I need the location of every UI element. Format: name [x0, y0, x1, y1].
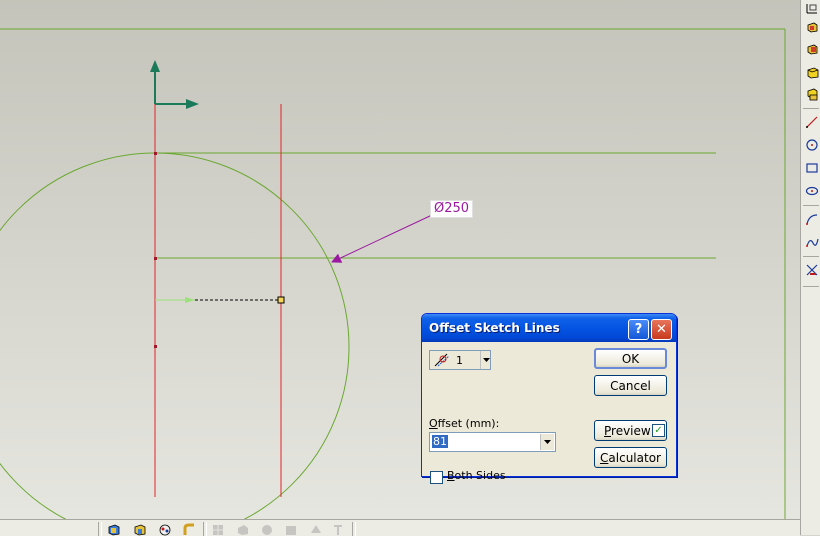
- trim-icon[interactable]: [804, 262, 820, 278]
- boolean-icon[interactable]: [804, 86, 820, 102]
- sketch-point[interactable]: [154, 257, 157, 260]
- offset-count-combo[interactable]: 1: [429, 350, 491, 370]
- sketch-plane-icon[interactable]: [804, 0, 820, 16]
- preview-label: Preview: [604, 423, 651, 438]
- both-sides-label: Both Sides: [447, 469, 506, 482]
- y-axis-arrow-icon: [150, 60, 160, 72]
- shell-icon[interactable]: [804, 64, 820, 80]
- offset-input[interactable]: 81: [429, 432, 556, 452]
- circle-icon[interactable]: [804, 137, 820, 153]
- dialog-titlebar[interactable]: Offset Sketch Lines ? ✕: [422, 314, 676, 342]
- view-cube-icon[interactable]: [106, 522, 122, 536]
- chevron-down-icon[interactable]: [480, 351, 491, 369]
- hide-icon[interactable]: [235, 522, 251, 536]
- spline-icon[interactable]: [804, 234, 820, 250]
- arc-icon[interactable]: [804, 211, 820, 227]
- disk-icon[interactable]: [259, 522, 275, 536]
- chevron-down-icon[interactable]: [540, 434, 554, 450]
- sketch-point[interactable]: [154, 152, 157, 155]
- help-button[interactable]: ?: [628, 319, 649, 340]
- pipe-icon[interactable]: [181, 522, 197, 536]
- sketch-point[interactable]: [154, 345, 157, 348]
- diameter-dimension-label[interactable]: Ø250: [430, 200, 474, 218]
- text-icon[interactable]: [330, 522, 346, 536]
- dialog-title: Offset Sketch Lines: [429, 321, 560, 335]
- offset-lines-icon: [433, 352, 451, 371]
- ok-button[interactable]: OK: [594, 348, 667, 369]
- offset-label: Offset (mm):: [429, 417, 500, 430]
- revolve-icon[interactable]: [804, 40, 820, 56]
- x-axis-arrow-icon: [186, 99, 199, 109]
- extrude-icon[interactable]: [804, 18, 820, 34]
- preview-checkbox[interactable]: ✓: [652, 424, 665, 437]
- offset-sketch-lines-dialog: Offset Sketch Lines ? ✕ 1 Offset (mm): 8…: [421, 313, 677, 484]
- calculator-button[interactable]: Calculator: [594, 447, 667, 468]
- offset-count-value: 1: [456, 354, 463, 367]
- ellipse-icon[interactable]: [804, 183, 820, 199]
- line-icon[interactable]: [804, 114, 820, 130]
- calculator-label: Calculator: [600, 450, 661, 465]
- offset-handle[interactable]: [277, 296, 285, 304]
- sketch-circle[interactable]: [0, 152, 350, 519]
- sphere-icon[interactable]: [308, 522, 324, 536]
- dimension-leader: [331, 214, 433, 263]
- dialog-body: 1 Offset (mm): 81 Both Sides OK Cancel P…: [422, 342, 676, 484]
- material-icon[interactable]: [157, 522, 173, 536]
- grid-icon[interactable]: [210, 522, 226, 536]
- sketch-canvas[interactable]: Ø250: [0, 0, 800, 519]
- render-icon[interactable]: [132, 522, 148, 536]
- close-button[interactable]: ✕: [651, 319, 672, 340]
- both-sides-checkbox[interactable]: [430, 471, 443, 484]
- rectangle-icon[interactable]: [804, 160, 820, 176]
- right-toolbar: [800, 0, 820, 535]
- cancel-button[interactable]: Cancel: [594, 375, 667, 396]
- checkmark-icon: ✓: [654, 424, 663, 436]
- offset-value: 81: [432, 435, 448, 448]
- save-icon[interactable]: [283, 522, 299, 536]
- offset-preview-arrow: [185, 297, 195, 303]
- bottom-toolbar: [0, 519, 800, 536]
